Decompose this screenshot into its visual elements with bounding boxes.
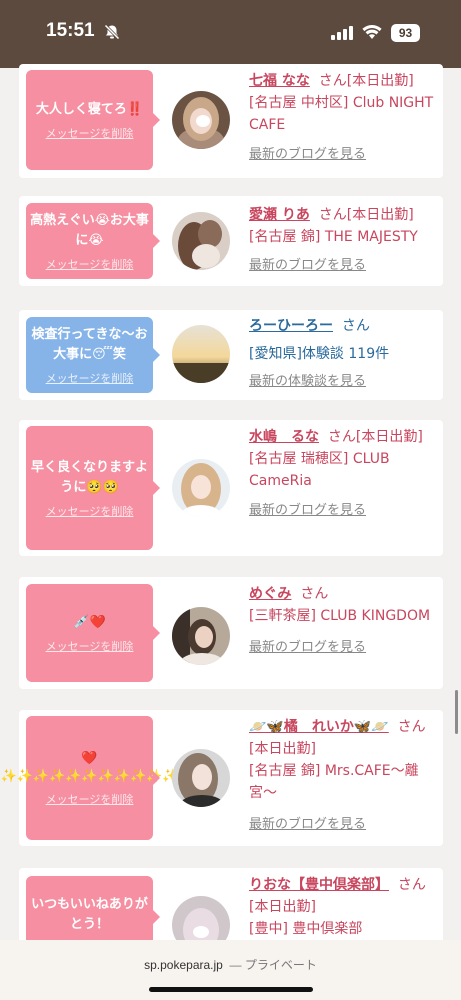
list-item: 💉❤️ メッセージを削除 めぐみ さん [三軒茶屋] CLUB KINGDOM …	[19, 577, 443, 689]
message-bubble: 早く良くなりますように🥺🥺 メッセージを削除	[26, 426, 160, 550]
avatar[interactable]	[172, 212, 230, 270]
name-link[interactable]: 七福 なな	[249, 73, 310, 89]
entry-info: めぐみ さん [三軒茶屋] CLUB KINGDOM 最新のブログを見る	[249, 583, 437, 659]
entry-info: 七福 なな さん[本日出勤] [名古屋 中村区] Club NIGHT CAFE…	[249, 70, 437, 166]
entry-info: 🪐🦋橘 れいか🦋🪐 さん[本日出勤] [名古屋 錦] Mrs.CAFE〜離宮〜 …	[249, 716, 437, 836]
message-text: いつもいいねありがとう！	[31, 896, 148, 932]
status-bar: 15:51 93	[0, 0, 461, 68]
shop-info: [名古屋 錦] THE MAJESTY	[249, 229, 418, 245]
name-link[interactable]: 愛瀬 りあ	[249, 207, 310, 223]
scrollbar[interactable]	[455, 690, 458, 734]
latest-blog-link[interactable]: 最新のブログを見る	[249, 255, 437, 277]
message-bubble: 高熱えぐい😭お大事に😭 メッセージを削除	[26, 203, 160, 279]
url-text: sp.pokepara.jp	[144, 958, 223, 972]
entry-info: りおな【豊中倶楽部】 さん[本日出勤] [豊中] 豊中倶楽部	[249, 874, 437, 940]
name-link[interactable]: 🪐🦋橘 れいか🦋🪐	[249, 719, 389, 735]
entry-info: ろーひーろー さん [愛知県]体験談 119件 最新の体験談を見る	[249, 315, 437, 393]
delete-message-link[interactable]: メッセージを削除	[46, 370, 134, 386]
wifi-icon	[362, 24, 382, 39]
bell-slash-icon	[104, 24, 120, 40]
avatar[interactable]	[172, 91, 230, 149]
entry-info: 水嶋 るな さん[本日出勤] [名古屋 瑞穂区] CLUB CameRia 最新…	[249, 426, 437, 522]
latest-blog-link[interactable]: 最新のブログを見る	[249, 500, 437, 522]
entry-info: 愛瀬 りあ さん[本日出勤] [名古屋 錦] THE MAJESTY 最新のブロ…	[249, 204, 437, 277]
name-suffix: さん[本日出勤]	[327, 429, 423, 445]
delete-message-link[interactable]: メッセージを削除	[46, 638, 134, 654]
list-item: 高熱えぐい😭お大事に😭 メッセージを削除 愛瀬 りあ さん[本日出勤] [名古屋…	[19, 196, 443, 286]
message-bubble: 大人しく寝てろ‼️ メッセージを削除	[26, 70, 160, 170]
avatar[interactable]	[172, 325, 230, 383]
name-suffix: さん[本日出勤]	[318, 207, 414, 223]
browser-bottom-bar: sp.pokepara.jp — プライベート	[0, 940, 461, 1000]
shop-info: [名古屋 錦] Mrs.CAFE〜離宮〜	[249, 763, 419, 801]
url-bar[interactable]: sp.pokepara.jp — プライベート	[0, 956, 461, 973]
message-text: 💉❤️	[73, 614, 106, 630]
message-text: 早く良くなりますように🥺🥺	[30, 459, 148, 495]
name-suffix: さん	[300, 586, 329, 602]
avatar[interactable]	[172, 459, 230, 517]
message-text: ❤️ ✨✨✨✨✨✨✨✨✨✨✨	[0, 750, 179, 784]
latest-blog-link[interactable]: 最新のブログを見る	[249, 637, 437, 659]
name-link[interactable]: めぐみ	[249, 586, 291, 602]
delete-message-link[interactable]: メッセージを削除	[46, 256, 134, 272]
delete-message-link[interactable]: メッセージを削除	[46, 791, 134, 807]
shop-info: [名古屋 中村区] Club NIGHT CAFE	[249, 95, 434, 133]
name-link[interactable]: ろーひーろー	[249, 318, 333, 334]
message-bubble: 💉❤️ メッセージを削除	[26, 584, 160, 682]
signal-icon	[331, 26, 353, 40]
shop-info: [豊中] 豊中倶楽部	[249, 921, 363, 937]
avatar[interactable]	[172, 749, 230, 807]
battery-icon: 93	[391, 24, 420, 42]
latest-blog-link[interactable]: 最新のブログを見る	[249, 144, 437, 166]
name-link[interactable]: りおな【豊中倶楽部】	[249, 877, 389, 893]
list-item: 検査行ってきな〜お大事に😴笑 メッセージを削除 ろーひーろー さん [愛知県]体…	[19, 310, 443, 400]
message-bubble: 検査行ってきな〜お大事に😴笑 メッセージを削除	[26, 317, 160, 393]
avatar[interactable]	[172, 607, 230, 665]
message-bubble: ❤️ ✨✨✨✨✨✨✨✨✨✨✨ メッセージを削除	[0, 716, 179, 840]
latest-blog-link[interactable]: 最新のブログを見る	[249, 814, 437, 836]
name-suffix: さん	[341, 318, 370, 334]
delete-message-link[interactable]: メッセージを削除	[46, 503, 134, 519]
private-mode-label: — プライベート	[229, 958, 317, 972]
shop-info: [三軒茶屋] CLUB KINGDOM	[249, 608, 431, 624]
message-text: 高熱えぐい😭お大事に😭	[30, 212, 149, 248]
shop-info: [愛知県]体験談 119件	[249, 346, 390, 362]
shop-info: [名古屋 瑞穂区] CLUB CameRia	[249, 451, 390, 489]
status-time: 15:51	[46, 20, 95, 41]
home-indicator[interactable]	[149, 987, 313, 992]
message-text: 大人しく寝てろ‼️	[35, 101, 144, 117]
list-item: 大人しく寝てろ‼️ メッセージを削除 七福 なな さん[本日出勤] [名古屋 中…	[19, 64, 443, 178]
name-link[interactable]: 水嶋 るな	[249, 429, 319, 445]
list-item: 早く良くなりますように🥺🥺 メッセージを削除 水嶋 るな さん[本日出勤] [名…	[19, 420, 443, 556]
latest-review-link[interactable]: 最新の体験談を見る	[249, 371, 437, 393]
list-item: ❤️ ✨✨✨✨✨✨✨✨✨✨✨ メッセージを削除 🪐🦋橘 れいか🦋🪐 さん[本日出…	[0, 710, 443, 846]
name-suffix: さん[本日出勤]	[318, 73, 414, 89]
delete-message-link[interactable]: メッセージを削除	[46, 125, 134, 141]
message-text: 検査行ってきな〜お大事に😴笑	[31, 326, 148, 362]
